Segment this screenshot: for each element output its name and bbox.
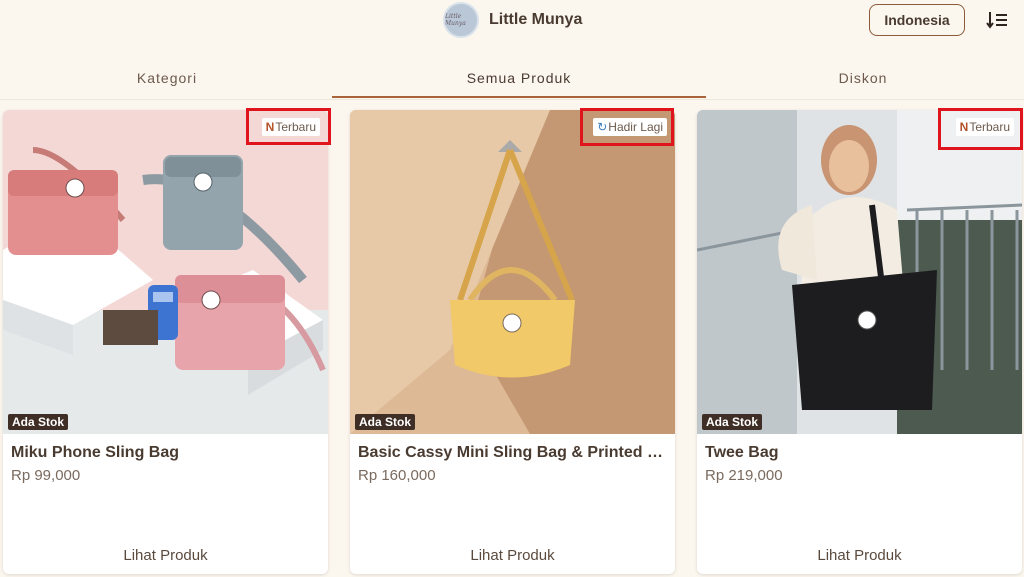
product-name[interactable]: Basic Cassy Mini Sling Bag & Printed C..…	[358, 444, 667, 462]
tab-bar: Kategori Semua Produk Diskon	[0, 58, 1024, 100]
product-name[interactable]: Twee Bag	[705, 444, 1014, 462]
tab-kategori[interactable]: Kategori	[2, 58, 332, 98]
tab-semua-produk[interactable]: Semua Produk	[354, 58, 684, 98]
product-price: Rp 99,000	[11, 467, 81, 484]
product-card[interactable]: Ada Stok N Terbaru Twee Bag Rp 219,000 L…	[697, 110, 1022, 574]
active-tab-indicator	[332, 96, 706, 98]
language-button[interactable]: Indonesia	[869, 4, 965, 36]
product-name[interactable]: Miku Phone Sling Bag	[11, 444, 320, 462]
logo-text: Little Munya	[445, 13, 466, 27]
view-product-button[interactable]: Lihat Produk	[3, 540, 328, 570]
brand[interactable]: Little Munya Little Munya	[443, 2, 582, 38]
stock-badge: Ada Stok	[702, 414, 763, 430]
product-image[interactable]: Ada Stok	[3, 110, 328, 434]
tab-diskon[interactable]: Diskon	[698, 58, 1024, 98]
header: Little Munya Little Munya Indonesia	[0, 0, 1024, 48]
product-price: Rp 160,000	[358, 467, 436, 484]
product-card[interactable]: Ada Stok ↻ Hadir Lagi Basic Cassy Mini S…	[350, 110, 675, 574]
badge-highlight-box	[580, 108, 674, 146]
product-image[interactable]: Ada Stok	[350, 110, 675, 434]
view-product-button[interactable]: Lihat Produk	[697, 540, 1022, 570]
product-card[interactable]: Ada Stok N Terbaru Miku Phone Sling Bag …	[3, 110, 328, 574]
brand-name[interactable]: Little Munya	[489, 11, 582, 29]
badge-highlight-box	[246, 108, 331, 145]
brand-logo[interactable]: Little Munya	[443, 2, 479, 38]
stock-badge: Ada Stok	[8, 414, 69, 430]
stock-badge: Ada Stok	[355, 414, 416, 430]
sort-list-icon[interactable]	[986, 9, 1008, 31]
product-price: Rp 219,000	[705, 467, 783, 484]
product-image[interactable]: Ada Stok	[697, 110, 1022, 434]
badge-highlight-box	[938, 108, 1023, 150]
view-product-button[interactable]: Lihat Produk	[350, 540, 675, 570]
